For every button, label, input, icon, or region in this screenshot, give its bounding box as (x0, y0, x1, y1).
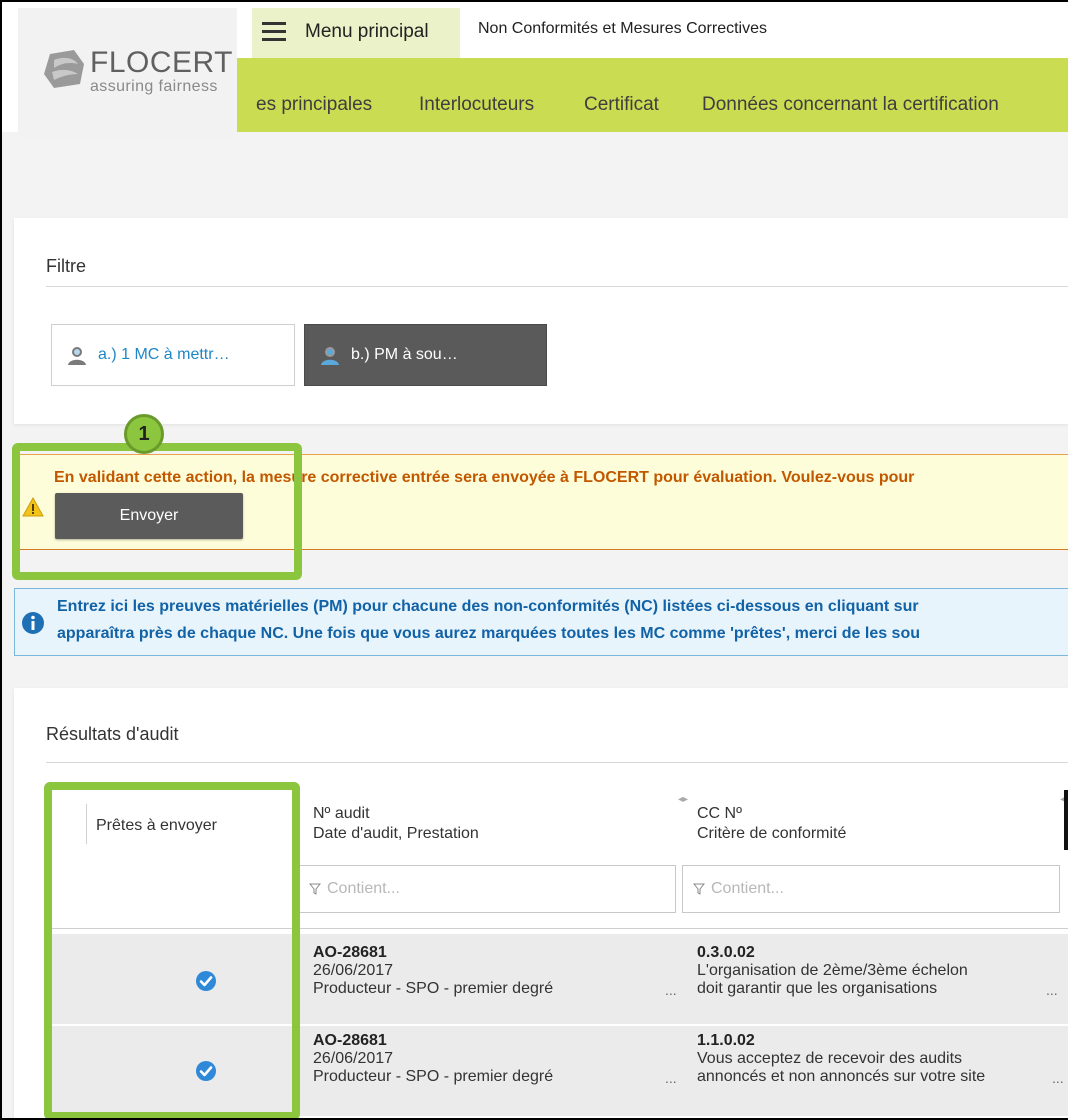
header-bottom-border (46, 928, 1068, 929)
results-divider (46, 762, 1068, 763)
warning-message: En validant cette action, la mesure corr… (54, 469, 915, 486)
flocert-logo-icon (44, 50, 84, 88)
nav-item-interlocuteurs[interactable]: Interlocuteurs (419, 94, 534, 116)
audit-number: AO-28681 (313, 944, 387, 961)
logo-tagline: assuring fairness (90, 78, 218, 95)
column-resize-handle[interactable]: ◂▸ (678, 794, 688, 805)
logo-name: FLOCERT (90, 46, 233, 79)
nav-item-certificat[interactable]: Certificat (584, 94, 659, 116)
user-icon (321, 347, 339, 365)
column-header-audit-no: Nº audit (313, 805, 370, 822)
criterion-text: doit garantir que les organisations (697, 980, 938, 997)
main-menu-label: Menu principal (305, 21, 429, 42)
column-header-audit-date: Date d'audit, Prestation (313, 825, 479, 842)
column-separator (86, 804, 87, 844)
filter-divider (46, 286, 1068, 287)
ellipsis-icon[interactable]: ... (665, 1070, 677, 1086)
criterion-text: Vous acceptez de recevoir des audits (697, 1050, 963, 1067)
criterion-filter-placeholder: Contient... (711, 880, 784, 897)
column-header-cc[interactable]: CC Nº Critère de conformité (697, 804, 846, 844)
navbar: es principales Interlocuteurs Certificat… (237, 58, 1068, 132)
cc-number: 0.3.0.02 (697, 944, 755, 961)
main-menu-button[interactable]: Menu principal (252, 8, 460, 58)
filter-button-pm[interactable]: b.) PM à sou… (304, 324, 547, 386)
cc-number: 1.1.0.02 (697, 1032, 755, 1049)
audit-filter-placeholder: Contient... (327, 880, 400, 897)
step-badge: 1 (124, 414, 164, 454)
info-icon (22, 612, 44, 634)
row-separator (46, 1024, 1068, 1025)
send-button[interactable]: Envoyer (55, 493, 243, 539)
ellipsis-icon[interactable]: ... (665, 982, 677, 998)
ready-check-icon[interactable] (195, 1060, 217, 1082)
audit-number: AO-28681 (313, 1032, 387, 1049)
table-row[interactable]: AO-28681 26/06/2017 Producteur - SPO - p… (46, 934, 1068, 1024)
filter-button-pm-label: b.) PM à sou… (351, 346, 458, 363)
ellipsis-icon[interactable]: ... (1046, 982, 1058, 998)
info-text-line-1: Entrez ici les preuves matérielles (PM) … (57, 598, 919, 615)
audit-service: Producteur - SPO - premier degré (313, 980, 554, 997)
column-header-criterion: Critère de conformité (697, 825, 847, 842)
filter-title: Filtre (46, 256, 86, 276)
nav-item-principales[interactable]: es principales (256, 94, 372, 116)
filter-panel: Filtre a.) 1 MC à mettr… b.) PM à sou… (14, 218, 1068, 424)
filter-funnel-icon (693, 883, 705, 895)
audit-filter-input[interactable]: Contient... (298, 865, 676, 913)
filter-button-mc-label: a.) 1 MC à mettr… (98, 346, 230, 363)
column-header-audit[interactable]: Nº audit Date d'audit, Prestation (313, 804, 479, 844)
scrollbar[interactable] (1064, 790, 1068, 850)
page-title: Non Conformités et Mesures Correctives (478, 20, 767, 37)
filter-button-mc[interactable]: a.) 1 MC à mettr… (51, 324, 295, 386)
confirmation-warning: En validant cette action, la mesure corr… (14, 454, 1068, 550)
hamburger-icon (262, 22, 286, 42)
table-row[interactable]: AO-28681 26/06/2017 Producteur - SPO - p… (46, 1026, 1068, 1116)
audit-date: 26/06/2017 (313, 962, 394, 979)
ellipsis-icon[interactable]: ... (1052, 1070, 1064, 1086)
audit-service: Producteur - SPO - premier degré (313, 1068, 554, 1085)
audit-results-panel: Résultats d'audit Prêtes à envoyer Nº au… (14, 688, 1068, 1120)
criterion-text: annoncés et non annoncés sur votre site (697, 1068, 986, 1085)
ready-check-icon[interactable] (195, 970, 217, 992)
logo[interactable]: FLOCERT assuring fairness (18, 8, 237, 138)
column-header-ready[interactable]: Prêtes à envoyer (96, 816, 217, 836)
criterion-filter-input[interactable]: Contient... (682, 865, 1060, 913)
audit-date: 26/06/2017 (313, 1050, 394, 1067)
criterion-text: L'organisation de 2ème/3ème échelon (697, 962, 968, 979)
column-header-cc-no: CC Nº (697, 805, 742, 822)
nav-item-donnees-certification[interactable]: Données concernant la certification (702, 94, 999, 116)
filter-funnel-icon (309, 883, 321, 895)
info-text-line-2: apparaîtra près de chaque NC. Une fois q… (57, 625, 920, 642)
results-title: Résultats d'audit (46, 724, 179, 744)
info-message: Entrez ici les preuves matérielles (PM) … (14, 588, 1068, 656)
user-icon (68, 347, 86, 365)
warning-icon (22, 497, 44, 517)
